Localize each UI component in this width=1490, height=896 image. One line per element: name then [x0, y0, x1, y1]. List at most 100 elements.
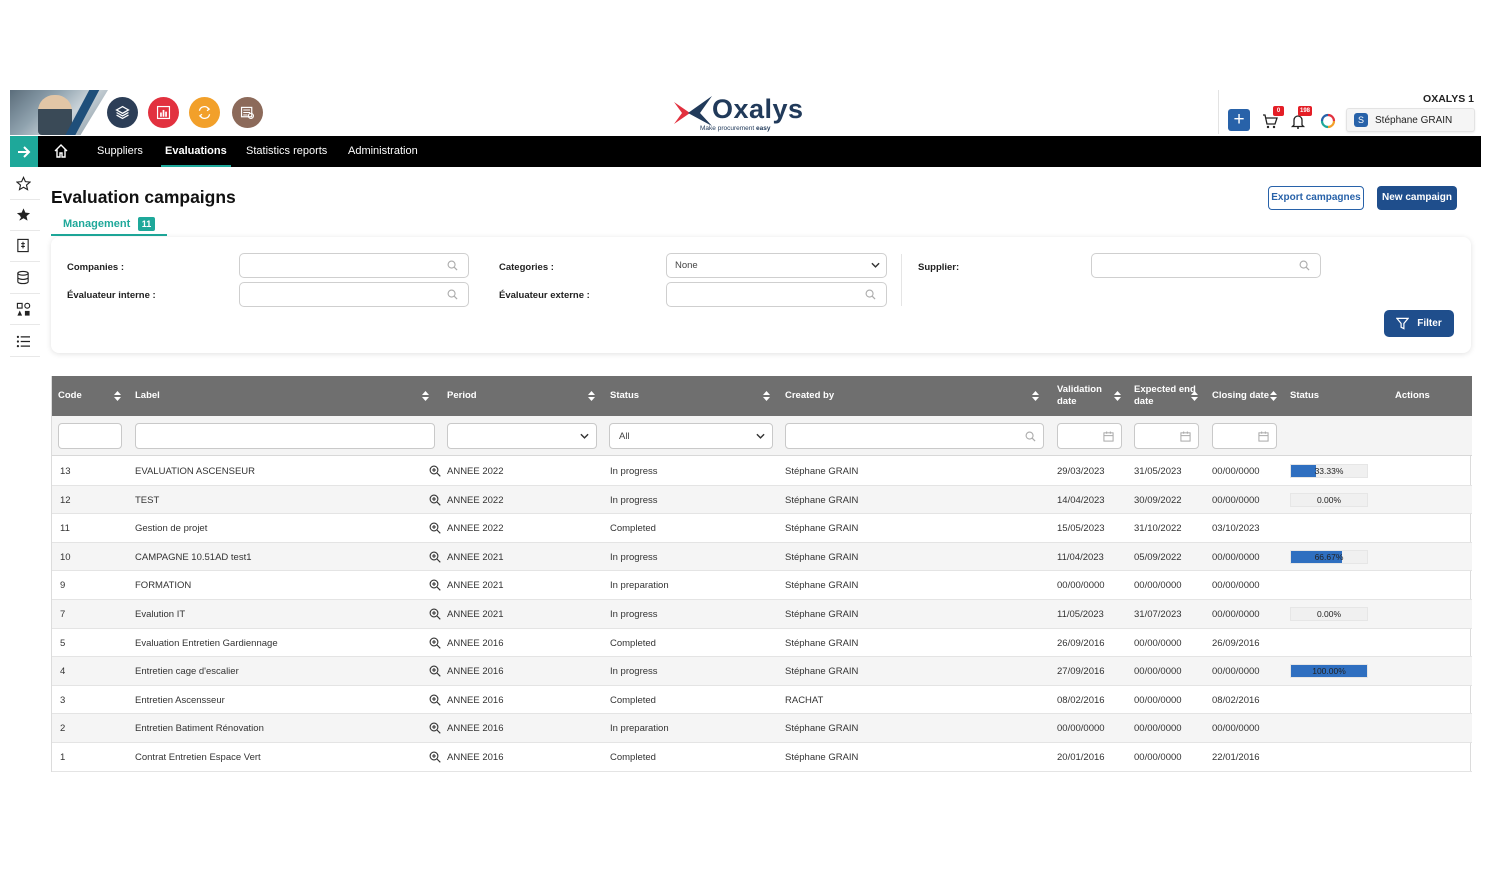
- zoom-in-icon[interactable]: [429, 751, 441, 763]
- table-row[interactable]: 11 Gestion de projet ANNEE 2022 Completed St…: [52, 514, 1472, 543]
- zoom-in-icon[interactable]: [429, 522, 441, 534]
- database-button[interactable]: [12, 266, 34, 288]
- column-label[interactable]: Label: [135, 376, 160, 416]
- column-closing-date[interactable]: Closing date: [1212, 376, 1269, 416]
- sidebar-separator: [10, 293, 40, 294]
- code-filter-input[interactable]: [58, 423, 122, 449]
- app-exchange-icon[interactable]: [189, 97, 220, 128]
- notifications-button[interactable]: 198: [1288, 106, 1312, 131]
- column-filter-row: All: [52, 416, 1472, 456]
- status-filter-value: All: [619, 431, 630, 442]
- cell-validation-date: 11/05/2023: [1057, 609, 1104, 620]
- nav-administration[interactable]: Administration: [348, 136, 418, 167]
- internal-evaluator-input[interactable]: [239, 282, 469, 307]
- status-filter-select[interactable]: All: [609, 423, 773, 449]
- tab-management[interactable]: Management 11: [51, 214, 167, 236]
- cell-label: Entretien Batiment Rénovation: [135, 723, 264, 735]
- closing-date-filter[interactable]: [1212, 423, 1277, 449]
- expected-end-date-filter[interactable]: [1134, 423, 1199, 449]
- cell-code: 1: [60, 752, 66, 763]
- cell-validation-date: 11/04/2023: [1057, 551, 1104, 563]
- app-sourcing-icon[interactable]: [107, 97, 138, 128]
- star-rated-icon: [15, 207, 30, 222]
- rated-favorites-button[interactable]: [12, 203, 34, 225]
- app-analytics-icon[interactable]: [148, 97, 179, 128]
- home-button[interactable]: [53, 143, 69, 164]
- column-progress-status[interactable]: Status: [1290, 376, 1319, 416]
- activity-ring-button[interactable]: [1318, 111, 1338, 131]
- nav-evaluations[interactable]: Evaluations: [161, 136, 231, 167]
- sort-icon[interactable]: [763, 391, 770, 401]
- table-row[interactable]: 9 FORMATION ANNEE 2021 In preparation Stépha…: [52, 571, 1472, 600]
- zoom-in-icon[interactable]: [429, 608, 441, 620]
- cell-period: ANNEE 2022: [447, 523, 504, 535]
- supplier-input[interactable]: [1091, 253, 1321, 278]
- categories-button[interactable]: [12, 298, 34, 320]
- add-button[interactable]: +: [1228, 109, 1250, 131]
- zoom-in-icon[interactable]: [429, 579, 441, 592]
- column-expected-end-date[interactable]: Expected end date: [1134, 376, 1196, 416]
- sort-icon[interactable]: [422, 391, 429, 401]
- sort-icon[interactable]: [1191, 391, 1198, 401]
- zoom-in-icon[interactable]: [429, 722, 441, 735]
- period-filter-select[interactable]: [447, 423, 597, 449]
- cell-label: Entretien cage d'escalier: [135, 666, 239, 678]
- sidebar-toggle-button[interactable]: [10, 136, 38, 167]
- favorites-button[interactable]: [12, 172, 34, 194]
- table-row[interactable]: 13 EVALUATION ASCENSEUR ANNEE 2022 In progr…: [52, 457, 1472, 486]
- table-row[interactable]: 10 CAMPAGNE 10.51AD test1 ANNEE 2021 In pro…: [52, 542, 1472, 572]
- companies-input[interactable]: [239, 253, 469, 278]
- zoom-in-icon[interactable]: [429, 551, 441, 563]
- database-icon: [17, 270, 29, 284]
- table-row[interactable]: 5 Evaluation Entretien Gardiennage ANNEE 2…: [52, 629, 1472, 658]
- list-button[interactable]: [12, 330, 34, 352]
- filter-button-label: Filter: [1417, 318, 1442, 329]
- table-row[interactable]: 12 TEST ANNEE 2022 In progress Stéphane GRAI…: [52, 485, 1472, 515]
- column-status[interactable]: Status: [610, 376, 639, 416]
- sidebar-separator: [10, 356, 40, 357]
- filter-button[interactable]: Filter: [1384, 310, 1454, 337]
- notifications-badge: 198: [1297, 106, 1312, 116]
- search-icon: [447, 260, 458, 271]
- cell-closing-date: 00/00/0000: [1212, 580, 1260, 592]
- table-row[interactable]: 2 Entretien Batiment Rénovation ANNEE 2016…: [52, 714, 1472, 743]
- zoom-in-icon[interactable]: [429, 665, 441, 677]
- column-created-by[interactable]: Created by: [785, 376, 834, 416]
- user-menu[interactable]: S Stéphane GRAIN: [1346, 108, 1475, 132]
- cell-expected-end-date: 00/00/0000: [1134, 666, 1182, 678]
- zoom-in-icon[interactable]: [429, 465, 441, 477]
- cart-button[interactable]: 0: [1260, 106, 1284, 131]
- cell-label: TEST: [135, 494, 160, 506]
- column-validation-date[interactable]: Validation date: [1057, 376, 1109, 416]
- zoom-in-icon[interactable]: [429, 494, 441, 506]
- cell-expected-end-date: 31/05/2023: [1134, 466, 1182, 477]
- supplier-label: Supplier:: [918, 262, 960, 273]
- label-filter-input[interactable]: [135, 423, 435, 449]
- zoom-in-icon[interactable]: [429, 694, 441, 706]
- cell-status: In preparation: [610, 723, 669, 735]
- column-code[interactable]: Code: [58, 376, 82, 416]
- created-by-filter-input[interactable]: [785, 423, 1044, 449]
- sort-icon[interactable]: [114, 391, 121, 401]
- categories-select[interactable]: None: [666, 253, 887, 278]
- column-period[interactable]: Period: [447, 376, 477, 416]
- nav-suppliers[interactable]: Suppliers: [97, 136, 143, 167]
- app-catalog-icon[interactable]: [232, 97, 263, 128]
- table-row[interactable]: 7 Evalution IT ANNEE 2021 In progress Stépha…: [52, 600, 1472, 629]
- external-evaluator-input[interactable]: [666, 282, 887, 307]
- table-row[interactable]: 3 Entretien Ascensseur ANNEE 2016 Completed…: [52, 686, 1472, 715]
- table-row[interactable]: 1 Contrat Entretien Espace Vert ANNEE 2016…: [52, 743, 1472, 772]
- categories-label: Categories :: [499, 262, 554, 273]
- sort-icon[interactable]: [1114, 391, 1121, 401]
- new-campaign-button[interactable]: New campaign: [1377, 186, 1457, 210]
- nav-statistics-reports[interactable]: Statistics reports: [246, 136, 327, 167]
- sort-icon[interactable]: [588, 391, 595, 401]
- zoom-in-icon[interactable]: [429, 637, 441, 649]
- sort-icon[interactable]: [1032, 391, 1039, 401]
- table-row[interactable]: 4 Entretien cage d'escalier ANNEE 2016 In p…: [52, 657, 1472, 686]
- filter-divider: [901, 254, 902, 306]
- sort-icon[interactable]: [1270, 391, 1277, 401]
- document-button[interactable]: [12, 234, 34, 256]
- validation-date-filter[interactable]: [1057, 423, 1122, 449]
- export-campaigns-button[interactable]: Export campagnes: [1268, 186, 1364, 210]
